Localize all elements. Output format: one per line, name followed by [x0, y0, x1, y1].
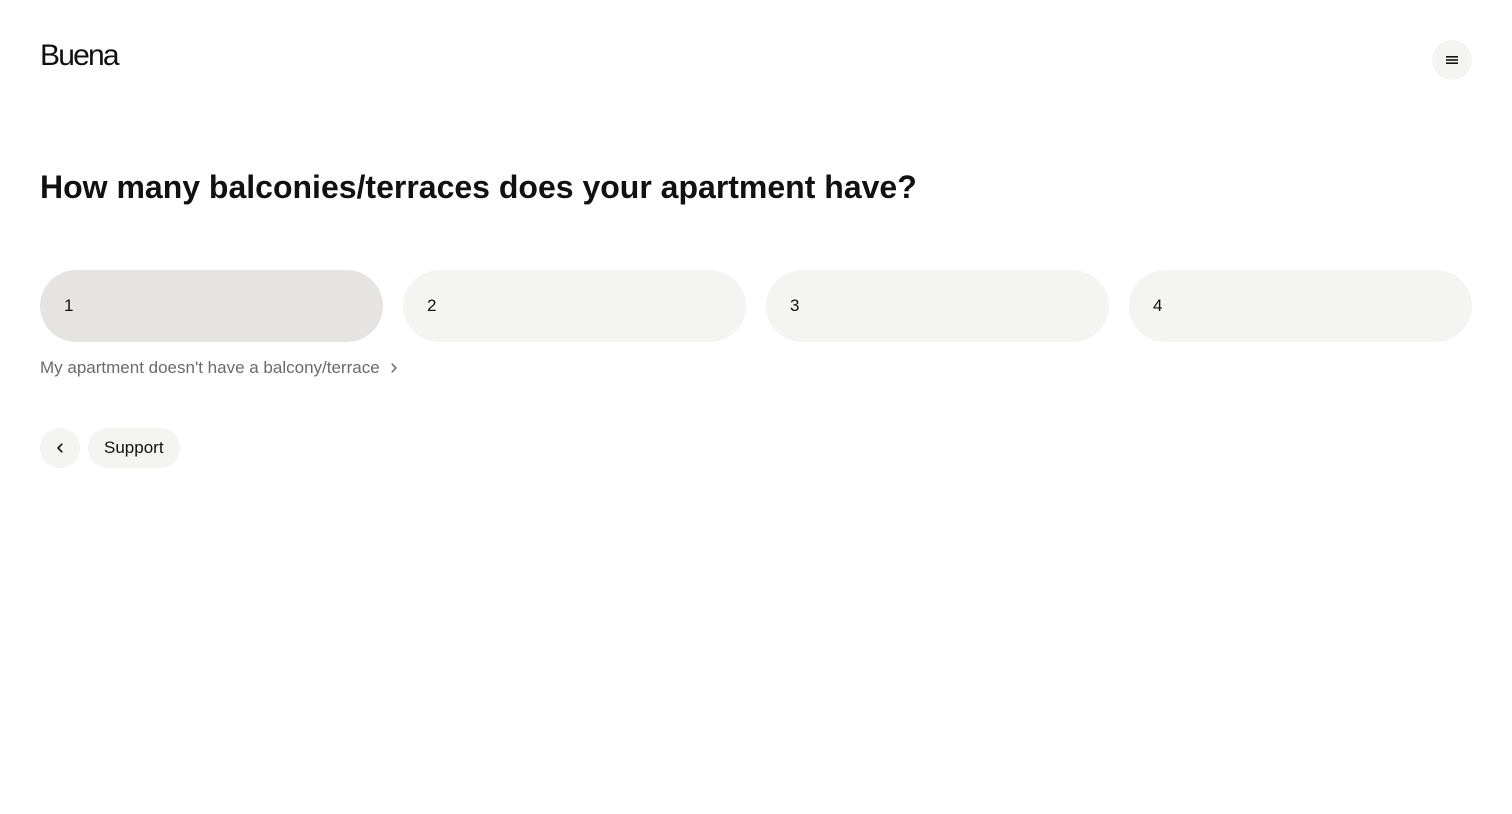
option-label: 2	[427, 296, 437, 315]
option-label: 4	[1153, 296, 1163, 315]
no-balcony-link[interactable]: My apartment doesn't have a balcony/terr…	[40, 356, 400, 380]
page: Buena How many balconies/terraces does y…	[0, 0, 1512, 814]
option-3[interactable]: 3	[766, 270, 1109, 342]
chevron-left-icon	[54, 442, 66, 454]
chevron-right-icon	[388, 362, 400, 374]
support-button[interactable]: Support	[88, 428, 180, 468]
answer-options: 1 2 3 4	[40, 270, 1472, 342]
option-label: 1	[64, 296, 74, 315]
menu-button[interactable]	[1432, 40, 1472, 80]
question-title: How many balconies/terraces does your ap…	[40, 169, 917, 205]
menu-icon	[1444, 52, 1460, 68]
buena-logo[interactable]: Buena	[40, 38, 120, 74]
no-balcony-label: My apartment doesn't have a balcony/terr…	[40, 358, 380, 377]
support-label: Support	[104, 438, 164, 457]
option-label: 3	[790, 296, 800, 315]
option-1[interactable]: 1	[40, 270, 383, 342]
option-4[interactable]: 4	[1129, 270, 1472, 342]
option-2[interactable]: 2	[403, 270, 746, 342]
back-button[interactable]	[40, 428, 80, 468]
